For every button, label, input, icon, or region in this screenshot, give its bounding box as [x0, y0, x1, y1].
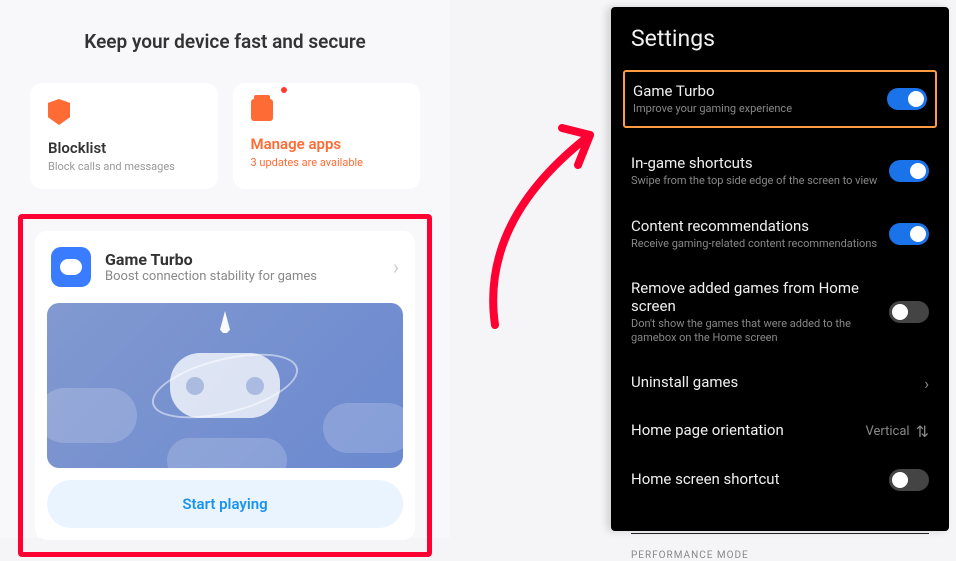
settings-panel: Settings Game Turbo Improve your gaming …	[611, 7, 949, 531]
setting-row: Remove added games from Home screen Don'…	[631, 265, 929, 360]
setting-row: Content recommendations Receive gaming-r…	[631, 203, 929, 265]
setting-label: Game Turbo	[633, 82, 877, 100]
setting-label: Home screen shortcut	[631, 470, 879, 488]
settings-title: Settings	[631, 25, 929, 52]
uninstall-games-row[interactable]: Uninstall games ›	[631, 359, 929, 407]
game-turbo-header[interactable]: Game Turbo Boost connection stability fo…	[35, 231, 415, 303]
apps-icon	[251, 99, 273, 121]
cloud-icon	[167, 438, 287, 468]
setting-text: Home page orientation	[631, 421, 866, 441]
blocklist-card[interactable]: Blocklist Block calls and messages	[30, 83, 218, 189]
setting-label: In-game shortcuts	[631, 154, 879, 172]
blocklist-subtitle: Block calls and messages	[48, 160, 200, 173]
manage-apps-card[interactable]: Manage apps 3 updates are available	[233, 83, 421, 189]
setting-text: Game Turbo Improve your gaming experienc…	[633, 82, 887, 116]
chevron-right-icon: ›	[924, 374, 929, 393]
setting-row: In-game shortcuts Swipe from the top sid…	[631, 140, 929, 202]
setting-desc: Swipe from the top side edge of the scre…	[631, 174, 879, 188]
manage-apps-title: Manage apps	[251, 135, 403, 153]
setting-desc: Improve your gaming experience	[633, 102, 877, 116]
ingame-shortcuts-toggle[interactable]	[889, 160, 929, 182]
setting-text: Content recommendations Receive gaming-r…	[631, 217, 889, 251]
hero-illustration	[47, 303, 403, 468]
setting-label: Home page orientation	[631, 421, 856, 439]
game-turbo-toggle[interactable]	[887, 88, 927, 110]
setting-label: Uninstall games	[631, 373, 908, 391]
setting-desc: Don't show the games that were added to …	[631, 317, 879, 346]
security-panel: Keep your device fast and secure Blockli…	[0, 0, 450, 538]
content-recommendations-toggle[interactable]	[889, 223, 929, 245]
game-turbo-text: Game Turbo Boost connection stability fo…	[105, 250, 379, 284]
chevron-right-icon: ›	[393, 255, 399, 279]
controller-icon	[170, 353, 280, 418]
highlight-border: Game Turbo Boost connection stability fo…	[18, 214, 432, 557]
game-turbo-subtitle: Boost connection stability for games	[105, 269, 379, 284]
shield-icon	[48, 99, 70, 125]
setting-row: Home screen shortcut	[631, 455, 929, 505]
setting-text: Uninstall games	[631, 373, 918, 393]
rocket-icon	[220, 311, 230, 333]
home-shortcut-toggle[interactable]	[889, 469, 929, 491]
orientation-value: Vertical	[866, 424, 910, 439]
game-turbo-card: Game Turbo Boost connection stability fo…	[35, 231, 415, 540]
orientation-row[interactable]: Home page orientation Vertical ⇅	[631, 407, 929, 455]
remove-games-toggle[interactable]	[889, 301, 929, 323]
setting-desc: Receive gaming-related content recommend…	[631, 237, 879, 251]
setting-text: In-game shortcuts Swipe from the top sid…	[631, 154, 889, 188]
page-title: Keep your device fast and secure	[30, 30, 420, 53]
setting-label: Remove added games from Home screen	[631, 279, 879, 315]
cards-row: Blocklist Block calls and messages Manag…	[30, 83, 420, 189]
cloud-icon	[323, 403, 403, 453]
setting-text: Home screen shortcut	[631, 470, 889, 490]
blocklist-title: Blocklist	[48, 139, 200, 157]
setting-label: Content recommendations	[631, 217, 879, 235]
game-turbo-title: Game Turbo	[105, 250, 379, 269]
manage-apps-subtitle: 3 updates are available	[251, 156, 403, 169]
cloud-icon	[47, 388, 137, 443]
highlighted-setting: Game Turbo Improve your gaming experienc…	[623, 70, 937, 128]
updown-icon: ⇅	[916, 422, 929, 441]
gamepad-icon	[51, 247, 91, 287]
start-playing-button[interactable]: Start playing	[47, 480, 403, 528]
setting-text: Remove added games from Home screen Don'…	[631, 279, 889, 346]
